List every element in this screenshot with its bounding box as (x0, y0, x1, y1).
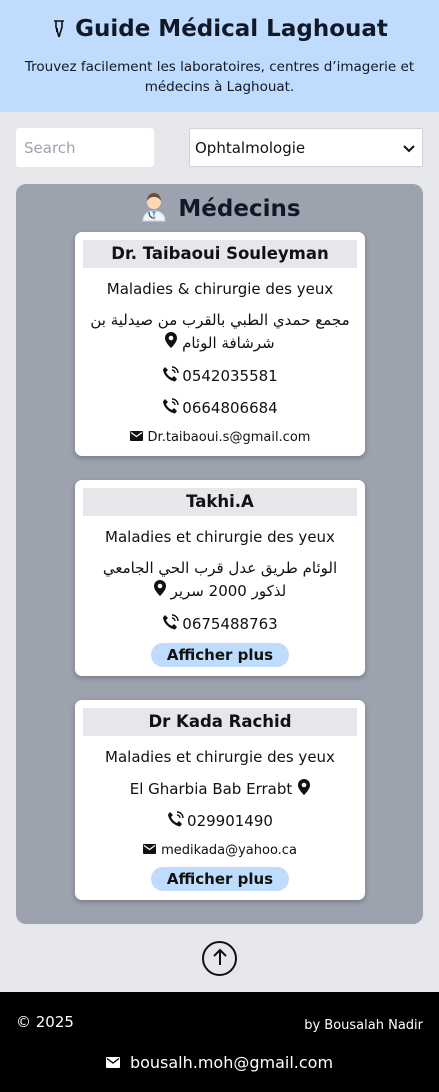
doctor-specialty: Maladies et chirurgie des yeux (75, 526, 365, 548)
doctor-name: Dr Kada Rachid (83, 708, 357, 736)
show-more-button[interactable]: Afficher plus (150, 867, 290, 891)
phone-icon (167, 811, 184, 831)
author-credit: by Bousalah Nadir (304, 1018, 423, 1033)
doctor-email[interactable]: medikada@yahoo.ca (75, 840, 365, 860)
location-pin-icon (153, 580, 166, 603)
doctor-specialty: Maladies et chirurgie des yeux (75, 746, 365, 768)
doctor-address: El Gharbia Bab Errabt (75, 778, 365, 800)
doctor-specialty: Maladies & chirurgie des yeux (75, 278, 365, 300)
doctor-specialty-text: Maladies & chirurgie des yeux (106, 280, 334, 298)
doctor-address: الوئام طريق عدل قرب الحي الجامعي لذكور 2… (75, 557, 365, 603)
doctor-email[interactable]: Dr.taibaoui.s@gmail.com (75, 427, 365, 447)
doctor-address-value: El Gharbia Bab Errabt (129, 780, 293, 798)
site-header: Guide Médical Laghouat Trouvez facilemen… (0, 0, 439, 112)
doctor-icon (138, 190, 170, 228)
doctor-phone[interactable]: 0542035581 (75, 365, 365, 387)
mail-icon (129, 430, 143, 445)
footer-email[interactable]: bousalh.moh@gmail.com (0, 1053, 439, 1072)
doctor-phone-number[interactable]: 0675488763 (182, 615, 277, 633)
page-title-text: Guide Médical Laghouat (75, 16, 388, 42)
doctor-address-text: الوئام طريق عدل قرب الحي الجامعي لذكور 2… (85, 557, 355, 603)
search-input[interactable] (16, 128, 154, 167)
chevron-down-icon (403, 139, 415, 157)
doctor-name: Dr. Taibaoui Souleyman (83, 240, 357, 268)
mail-icon (143, 843, 157, 858)
doctor-specialty-text: Maladies et chirurgie des yeux (105, 748, 335, 766)
doctor-email-address[interactable]: Dr.taibaoui.s@gmail.com (148, 430, 311, 445)
doctor-phone[interactable]: 029901490 (75, 810, 365, 832)
phone-icon (162, 614, 179, 634)
doctor-card: Takhi.A Maladies et chirurgie des yeux ا… (75, 480, 365, 676)
copyright: © 2025 (16, 1013, 74, 1031)
section-title: Médecins (16, 192, 423, 226)
page-title: Guide Médical Laghouat (0, 16, 439, 42)
doctor-address-value: الوئام طريق عدل قرب الحي الجامعي لذكور 2… (102, 559, 338, 600)
doctor-name: Takhi.A (83, 488, 357, 516)
doctor-phone-number[interactable]: 0664806684 (182, 399, 277, 417)
doctor-address-text: مجمع حمدي الطبي بالقرب من صيدلية بن شرشا… (85, 309, 355, 355)
footer-email-address[interactable]: bousalh.moh@gmail.com (130, 1053, 333, 1072)
mail-icon (105, 1053, 120, 1072)
doctor-address-value: مجمع حمدي الطبي بالقرب من صيدلية بن شرشا… (90, 311, 350, 352)
specialty-select-value: Ophtalmologie (195, 138, 306, 157)
show-more-button[interactable]: Afficher plus (150, 643, 290, 667)
location-pin-icon (298, 779, 311, 799)
page-subtitle: Trouvez facilement les laboratoires, cen… (24, 59, 415, 95)
doctor-address: مجمع حمدي الطبي بالقرب من صيدلية بن شرشا… (75, 309, 365, 355)
site-footer: © 2025 by Bousalah Nadir bousalh.moh@gma… (0, 992, 439, 1092)
doctor-phone-number[interactable]: 029901490 (187, 812, 273, 830)
section-title-text: Médecins (178, 196, 301, 222)
phone-icon (162, 366, 179, 386)
doctor-phone-number[interactable]: 0542035581 (182, 367, 277, 385)
scroll-to-top-button[interactable] (202, 941, 237, 976)
doctor-specialty-text: Maladies et chirurgie des yeux (105, 528, 335, 546)
location-pin-icon (165, 332, 178, 355)
phone-icon (162, 398, 179, 418)
doctor-card: Dr. Taibaoui Souleyman Maladies & chirur… (75, 232, 365, 456)
specialty-select[interactable]: Ophtalmologie (189, 128, 423, 167)
arrow-up-icon (212, 947, 228, 971)
doctor-card: Dr Kada Rachid Maladies et chirurgie des… (75, 700, 365, 900)
doctor-email-address[interactable]: medikada@yahoo.ca (161, 843, 297, 858)
medical-tube-icon (51, 19, 67, 39)
doctor-phone[interactable]: 0664806684 (75, 397, 365, 419)
doctor-phone[interactable]: 0675488763 (75, 613, 365, 635)
doctors-panel: Médecins Dr. Taibaoui Souleyman Maladies… (16, 184, 423, 924)
